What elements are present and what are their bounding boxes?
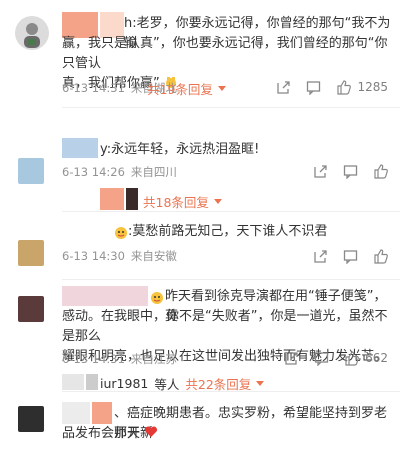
share-icon[interactable] bbox=[312, 163, 328, 179]
comment-location: 来自江苏 bbox=[130, 352, 177, 366]
comment-time: 6-13 14:26 bbox=[62, 165, 125, 179]
share-icon[interactable] bbox=[275, 79, 291, 95]
comment-4: 昨天看到徐克导演都在用“锤子便笺”，莫 感动。在我眼中，你不是“失败者”，你是一… bbox=[0, 280, 400, 392]
comment-actions: 1285 bbox=[275, 79, 388, 95]
comment-2: y:永远年轻，永远热泪盈眶! 6-13 14:26 来自四川 共18条回复 bbox=[0, 108, 400, 212]
comment-actions: 662 bbox=[283, 350, 388, 366]
redacted-name-block bbox=[92, 402, 112, 424]
redacted-name-block bbox=[62, 402, 90, 424]
share-icon[interactable] bbox=[312, 248, 328, 264]
comment-icon[interactable] bbox=[342, 248, 358, 264]
heart-emoji-icon bbox=[144, 425, 158, 439]
comment-1: h:老罗，你要永远记得，你曾经的那句“我不为输 赢，我只是认真”，你也要永远记得… bbox=[0, 0, 400, 108]
share-icon[interactable] bbox=[283, 350, 299, 366]
redacted-reply-avatar bbox=[100, 188, 124, 210]
comment-text: :莫愁前路无知己，天下谁人不识君 bbox=[128, 224, 328, 239]
like-count: 662 bbox=[365, 351, 388, 365]
like-icon[interactable] bbox=[343, 350, 359, 366]
comment-text: y:永远年轻，永远热泪盈眶! bbox=[100, 142, 260, 157]
face-emoji-icon bbox=[114, 225, 128, 239]
redacted-reply-avatar bbox=[62, 374, 84, 390]
comment-meta: 6-13 14:26 来自四川 bbox=[62, 164, 177, 180]
comment-actions bbox=[312, 163, 388, 179]
avatar[interactable] bbox=[18, 406, 44, 432]
chevron-down-icon bbox=[256, 381, 265, 386]
comment-3: :莫愁前路无知己，天下谁人不识君 6-13 14:30 来自安徽 bbox=[0, 212, 400, 280]
comment-location: 来自安徽 bbox=[130, 249, 177, 263]
chevron-down-icon bbox=[217, 86, 226, 91]
like-icon[interactable] bbox=[372, 248, 388, 264]
comment-time: 6-13 14:31 bbox=[62, 352, 125, 366]
comment-time: 6-13 14:30 bbox=[62, 249, 125, 263]
comment-actions bbox=[312, 248, 388, 264]
comment-location: 来自四川 bbox=[130, 165, 177, 179]
comment-icon[interactable] bbox=[305, 79, 321, 95]
redacted-reply-avatar bbox=[86, 374, 98, 390]
redacted-name-block bbox=[62, 286, 148, 306]
expand-replies-button[interactable]: 共19条回复 bbox=[147, 79, 226, 98]
face-emoji-icon bbox=[150, 290, 164, 304]
avatar-image bbox=[15, 16, 49, 50]
comment-5: 、癌症晚期患者。忠实罗粉，希望能坚持到罗老师开新 品发布会那天 bbox=[0, 392, 400, 451]
redacted-reply-avatar bbox=[126, 188, 138, 210]
comment-time: 6-13 14:31 bbox=[62, 81, 125, 95]
avatar[interactable] bbox=[18, 158, 44, 184]
comment-icon[interactable] bbox=[313, 350, 329, 366]
comment-meta: 6-13 14:31 来自江苏 bbox=[62, 351, 177, 367]
comment-icon[interactable] bbox=[342, 163, 358, 179]
chevron-down-icon bbox=[213, 199, 222, 204]
avatar[interactable] bbox=[18, 296, 44, 322]
avatar[interactable] bbox=[18, 240, 44, 266]
like-count: 1285 bbox=[357, 80, 388, 94]
reply-username[interactable]: iur1981 bbox=[100, 376, 148, 391]
like-icon[interactable] bbox=[335, 79, 351, 95]
expand-replies-button[interactable]: 共18条回复 bbox=[143, 192, 222, 211]
comment-text-cont: 品发布会那天 bbox=[62, 424, 394, 444]
avatar[interactable] bbox=[15, 16, 49, 50]
comment-meta: 6-13 14:30 来自安徽 bbox=[62, 248, 177, 264]
redacted-name-block bbox=[62, 138, 98, 158]
like-icon[interactable] bbox=[372, 163, 388, 179]
